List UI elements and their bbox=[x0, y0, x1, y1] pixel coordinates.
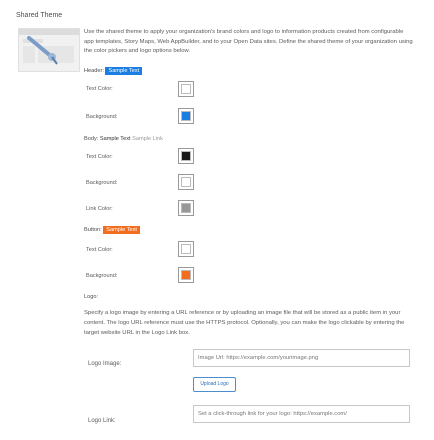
button-background-label: Background: bbox=[86, 273, 118, 279]
logo-description: Specify a logo image by entering a URL r… bbox=[84, 310, 405, 336]
body-section-label: Body: Sample Text Sample Link bbox=[84, 136, 163, 142]
logo-image-label: Logo Image: bbox=[88, 361, 122, 367]
header-text-color-picker[interactable] bbox=[178, 81, 194, 97]
brush-thumbnail-icon bbox=[19, 29, 79, 71]
button-text-color-picker[interactable] bbox=[178, 241, 194, 257]
header-sample: Sample Text bbox=[105, 67, 143, 75]
button-sample: Sample Text bbox=[103, 226, 140, 234]
theme-description: Use the shared theme to apply your organ… bbox=[84, 29, 413, 55]
button-background-picker[interactable] bbox=[178, 267, 194, 283]
header-text-color-label: Text Color: bbox=[86, 86, 113, 92]
button-section-label: Button: Sample Text bbox=[84, 226, 140, 234]
button-label: Button: bbox=[84, 227, 102, 233]
header-label: Header: bbox=[84, 68, 104, 74]
body-link-color-picker[interactable] bbox=[178, 200, 194, 216]
body-text-color-picker[interactable] bbox=[178, 148, 194, 164]
logo-image-url-input[interactable]: Image Url: https://example.com/yourimage… bbox=[193, 349, 410, 367]
logo-section-label: Logo: bbox=[84, 294, 98, 300]
button-text-color-label: Text Color: bbox=[86, 247, 113, 253]
page-title: Shared Theme bbox=[16, 12, 63, 19]
upload-logo-button[interactable]: Upload Logo bbox=[193, 377, 236, 392]
header-section-label: Header: Sample Text bbox=[84, 67, 143, 75]
body-background-picker[interactable] bbox=[178, 174, 194, 190]
theme-thumbnail bbox=[18, 28, 80, 72]
logo-link-input[interactable]: Set a click-through link for your logo: … bbox=[193, 405, 410, 423]
body-label: Body: bbox=[84, 136, 99, 142]
logo-link-label: Logo Link: bbox=[88, 418, 116, 424]
body-text-color-label: Text Color: bbox=[86, 154, 113, 160]
body-link-color-label: Link Color: bbox=[86, 206, 113, 212]
body-sample-text: Sample Text bbox=[99, 136, 131, 142]
header-background-picker[interactable] bbox=[178, 108, 194, 124]
header-background-label: Background: bbox=[86, 114, 118, 120]
body-background-label: Background: bbox=[86, 180, 118, 186]
body-sample-link[interactable]: Sample Link bbox=[132, 136, 163, 142]
